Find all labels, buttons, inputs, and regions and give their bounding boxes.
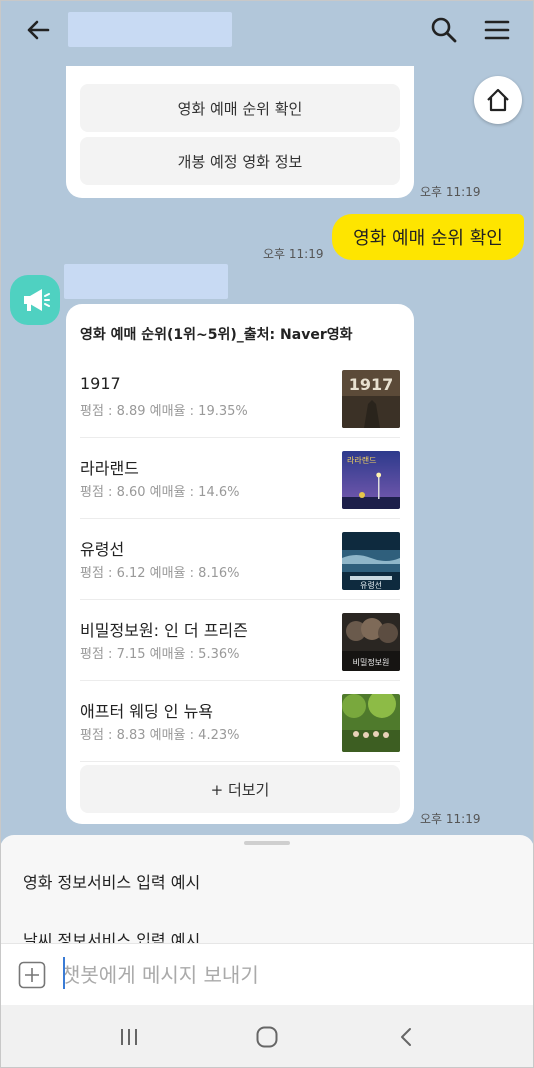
- more-button[interactable]: + 더보기: [80, 765, 400, 813]
- quick-reply-upcoming-movies-button[interactable]: 개봉 예정 영화 정보: [80, 137, 400, 185]
- movie-meta: 평점 : 8.83 예매율 : 4.23%: [80, 728, 240, 743]
- quick-reply-bubble: 영화 예매 순위 확인 개봉 예정 영화 정보: [66, 66, 414, 198]
- movie-list-item[interactable]: 라라랜드 평점 : 8.60 예매율 : 14.6% 라라랜드: [80, 439, 400, 519]
- home-icon: [487, 88, 509, 112]
- poster-title-text: 비밀정보원: [353, 657, 390, 667]
- chat-title-redacted: [68, 12, 232, 47]
- movie-poster: 라라랜드: [342, 451, 400, 509]
- movie-title: 라라랜드: [80, 459, 139, 478]
- movie-poster: 1917: [342, 370, 400, 428]
- plus-icon[interactable]: [18, 961, 46, 989]
- movie-title: 유령선: [80, 540, 125, 559]
- movie-title: 1917: [80, 374, 121, 393]
- home-button[interactable]: [474, 76, 522, 124]
- movie-title: 비밀정보원: 인 더 프리즌: [80, 621, 248, 640]
- movie-title: 애프터 웨딩 인 뉴욕: [80, 702, 214, 721]
- movie-poster: 유령선: [342, 532, 400, 590]
- poster-title-text: 유령선: [360, 581, 382, 590]
- message-input[interactable]: [62, 956, 502, 994]
- movie-meta: 평점 : 8.60 예매율 : 14.6%: [80, 485, 240, 500]
- movie-poster: [342, 694, 400, 752]
- sheet-drag-handle[interactable]: [244, 841, 290, 845]
- search-icon[interactable]: [428, 14, 460, 46]
- movie-poster: 비밀정보원: [342, 613, 400, 671]
- movie-ranking-card: 영화 예매 순위(1위~5위)_출처: Naver영화 1917 평점 : 8.…: [66, 304, 414, 824]
- movie-list-item[interactable]: 1917 평점 : 8.89 예매율 : 19.35% 1917: [80, 358, 400, 438]
- movie-list-item[interactable]: 비밀정보원: 인 더 프리즌 평점 : 7.15 예매율 : 5.36% 비밀정…: [80, 601, 400, 681]
- suggestion-movie-info[interactable]: 영화 정보서비스 입력 예시: [23, 869, 200, 893]
- movie-meta: 평점 : 8.89 예매율 : 19.35%: [80, 404, 248, 419]
- movie-meta: 평점 : 6.12 예매율 : 8.16%: [80, 566, 240, 581]
- suggestion-sheet: 영화 정보서비스 입력 예시 날씨 정보서비스 입력 예시: [0, 835, 534, 945]
- recent-apps-icon[interactable]: [113, 1021, 145, 1053]
- movie-list-item[interactable]: 유령선 평점 : 6.12 예매율 : 8.16% 유령선: [80, 520, 400, 600]
- message-timestamp: 오후 11:19: [420, 812, 481, 826]
- bot-avatar[interactable]: [10, 275, 60, 325]
- megaphone-icon: [24, 289, 50, 311]
- nav-home-icon[interactable]: [251, 1021, 283, 1053]
- menu-icon[interactable]: [481, 14, 513, 46]
- poster-title-text: 1917: [349, 375, 394, 394]
- chat-header: [0, 0, 534, 60]
- card-title: 영화 예매 순위(1위~5위)_출처: Naver영화: [80, 327, 353, 343]
- nav-back-icon[interactable]: [390, 1021, 422, 1053]
- back-arrow-icon[interactable]: [22, 14, 54, 46]
- text-caret: [63, 957, 65, 989]
- poster-title-text: 라라랜드: [347, 455, 376, 465]
- message-timestamp: 오후 11:19: [263, 247, 324, 261]
- quick-reply-movie-ranking-button[interactable]: 영화 예매 순위 확인: [80, 84, 400, 132]
- message-input-bar: [0, 943, 534, 1005]
- system-nav-bar: [0, 1005, 534, 1068]
- movie-list-item[interactable]: 애프터 웨딩 인 뉴욕 평점 : 8.83 예매율 : 4.23%: [80, 682, 400, 762]
- user-message-bubble: 영화 예매 순위 확인: [332, 214, 524, 260]
- movie-meta: 평점 : 7.15 예매율 : 5.36%: [80, 647, 240, 662]
- message-timestamp: 오후 11:19: [420, 185, 481, 199]
- bot-name-redacted: [64, 264, 228, 299]
